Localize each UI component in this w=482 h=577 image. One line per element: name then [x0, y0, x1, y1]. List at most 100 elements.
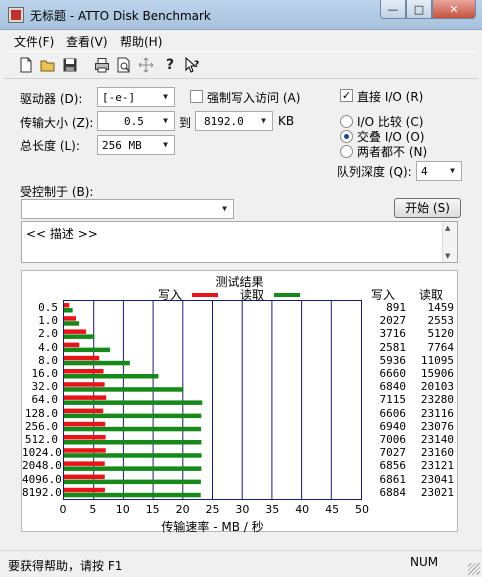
read-value: 23041: [420, 472, 454, 486]
read-bar: [64, 453, 202, 458]
toolbar: ? ?: [4, 51, 478, 79]
menu-bar: 文件(F) 查看(V) 帮助(H): [4, 30, 478, 50]
maximize-button[interactable]: □: [406, 0, 432, 19]
write-bar: [64, 461, 105, 466]
write-bar: [64, 369, 104, 374]
open-icon[interactable]: [40, 57, 56, 73]
transfer-size-label: 128.0: [24, 406, 58, 420]
write-bar: [64, 316, 77, 321]
total-length-label: 总长度 (L):: [20, 139, 80, 153]
force-write-checkbox[interactable]: [190, 90, 203, 103]
new-icon[interactable]: [18, 57, 34, 73]
print-icon[interactable]: [94, 57, 110, 73]
queue-depth-label: 队列深度 (Q):: [337, 165, 412, 179]
drive-value: [-e-]: [102, 91, 136, 104]
write-value: 891: [386, 301, 406, 314]
read-bar: [64, 479, 201, 485]
queue-depth-value: 4: [421, 165, 428, 178]
x-axis-label: 传输速率 - MB / 秒: [161, 520, 264, 534]
x-tick-label: 35: [265, 503, 280, 516]
read-bar: [64, 347, 111, 353]
read-bar: [64, 413, 202, 419]
queue-depth-select[interactable]: 4 ▼: [416, 161, 462, 181]
chevron-down-icon: ▼: [261, 116, 266, 125]
minimize-button[interactable]: —: [380, 0, 406, 19]
menu-view[interactable]: 查看(V): [66, 33, 108, 50]
write-bar: [64, 474, 105, 480]
description-text: << 描述 >>: [26, 227, 98, 241]
read-value: 23140: [420, 433, 454, 446]
drive-select[interactable]: [-e-] ▼: [97, 87, 175, 107]
transfer-size-label: 8192.0: [22, 485, 62, 499]
transfer-size-label: 64.0: [31, 393, 59, 407]
resize-grip[interactable]: [468, 563, 480, 575]
io-compare-radio[interactable]: [340, 115, 353, 128]
total-length-value: 256 MB: [102, 139, 142, 152]
write-bar: [64, 329, 87, 334]
direct-io-label: 直接 I/O (R): [357, 90, 424, 104]
write-bar: [64, 342, 80, 348]
description-scrollbar[interactable]: ▲ ▼: [442, 222, 457, 262]
read-value: 1459: [427, 301, 455, 314]
window-title: 无标题 - ATTO Disk Benchmark: [30, 9, 211, 23]
description-field[interactable]: << 描述 >> ▲ ▼: [21, 221, 458, 263]
read-value: 15906: [420, 367, 454, 380]
write-value: 5936: [379, 353, 407, 367]
close-button[interactable]: ✕: [432, 0, 476, 19]
read-bar: [64, 466, 202, 471]
read-bar: [64, 426, 202, 432]
scroll-up-icon[interactable]: ▲: [445, 224, 450, 232]
scroll-down-icon[interactable]: ▼: [445, 252, 450, 260]
save-icon[interactable]: [62, 57, 78, 73]
bar-chart: [64, 301, 332, 499]
neither-label: 两者都不 (N): [357, 145, 428, 159]
write-value: 3716: [379, 327, 407, 341]
main-panel: 驱动器 (D): [-e-] ▼ 强制写入访问 (A) 传输大小 (Z): 0.…: [4, 80, 478, 550]
x-tick-label: 20: [175, 503, 190, 516]
help-icon[interactable]: ?: [162, 57, 178, 73]
write-value: 2027: [379, 314, 407, 328]
transfer-size-label: 1.0: [38, 314, 58, 328]
read-value: 20103: [420, 380, 454, 394]
svg-text:?: ?: [194, 60, 199, 70]
transfer-to-value: 8192.0: [204, 115, 244, 128]
read-value: 11095: [420, 353, 454, 367]
write-bar: [64, 355, 100, 361]
menu-help[interactable]: 帮助(H): [120, 33, 162, 50]
move-icon[interactable]: [138, 57, 154, 73]
write-value: 7006: [379, 433, 407, 446]
title-bar: 无标题 - ATTO Disk Benchmark — □ ✕: [0, 0, 482, 30]
transfer-to-select[interactable]: 8192.0 ▼: [195, 111, 273, 131]
read-value: 23076: [420, 419, 454, 433]
transfer-from-select[interactable]: 0.5 ▼: [97, 111, 175, 131]
transfer-size-label: 256.0: [24, 419, 58, 433]
read-value: 23116: [420, 406, 454, 420]
controlled-by-label: 受控制于 (B):: [20, 185, 94, 199]
overlapped-io-radio[interactable]: [340, 130, 353, 143]
print-preview-icon[interactable]: [116, 57, 132, 73]
transfer-size-label: 4096.0: [22, 472, 62, 486]
drive-label: 驱动器 (D):: [20, 92, 83, 106]
write-bar: [64, 303, 70, 308]
read-value: 5120: [427, 327, 455, 341]
kb-label: KB: [278, 114, 295, 128]
chevron-down-icon: ▼: [163, 116, 168, 125]
transfer-size-label: 512.0: [24, 433, 58, 446]
force-write-label: 强制写入访问 (A): [207, 91, 301, 105]
context-help-icon[interactable]: ?: [184, 56, 200, 73]
read-bar: [64, 308, 73, 313]
neither-radio[interactable]: [340, 145, 353, 158]
menu-file[interactable]: 文件(F): [14, 33, 54, 50]
read-value: 23280: [420, 393, 454, 407]
read-value: 2553: [427, 314, 455, 328]
read-bar: [64, 360, 130, 366]
start-button[interactable]: 开始 (S): [394, 198, 461, 218]
write-value: 2581: [379, 340, 407, 354]
total-length-select[interactable]: 256 MB ▼: [97, 135, 175, 155]
controlled-by-select[interactable]: ▼: [21, 199, 234, 219]
app-icon: [8, 7, 24, 23]
x-tick-label: 25: [205, 503, 220, 516]
direct-io-checkbox[interactable]: ✓: [340, 89, 353, 102]
read-value: 23160: [420, 446, 454, 460]
write-bar: [64, 448, 106, 453]
